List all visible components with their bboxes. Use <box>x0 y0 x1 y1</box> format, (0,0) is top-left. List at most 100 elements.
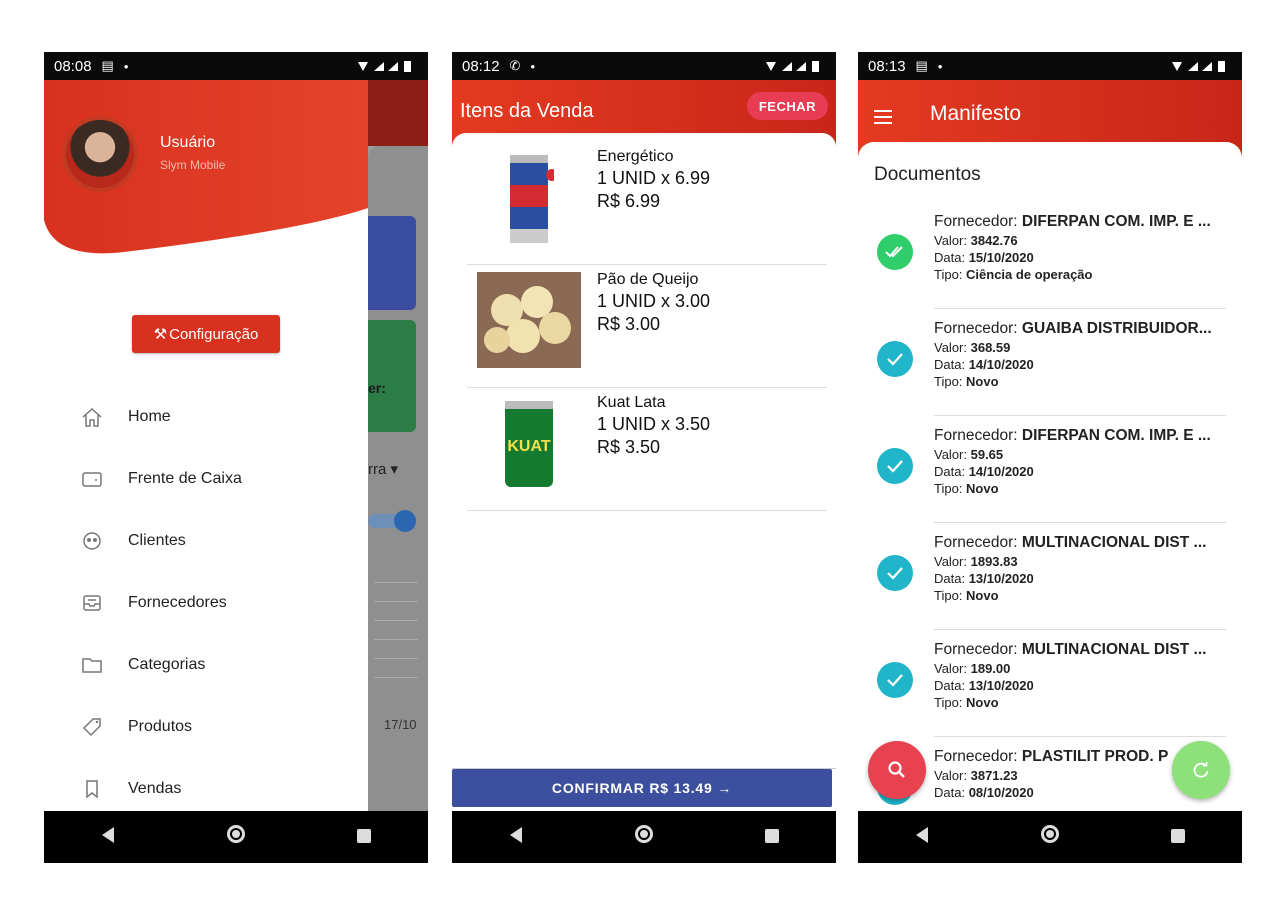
menu-icon[interactable] <box>874 110 892 128</box>
recents-button[interactable] <box>742 826 802 849</box>
list-item[interactable]: Pão de Queijo 1 UNID x 3.00 R$ 3.00 <box>467 265 827 388</box>
value-value: 3871.23 <box>970 768 1018 783</box>
date-value: 14/10/2020 <box>968 357 1034 372</box>
recents-icon <box>357 828 371 843</box>
home-button[interactable] <box>614 825 674 849</box>
supplier-line: Fornecedor: DIFERPAN COM. IMP. E ... <box>934 212 1234 232</box>
menu-item-clientes[interactable]: Clientes <box>44 510 368 572</box>
inbox-icon <box>80 591 104 615</box>
menu-item-frente-de-caixa[interactable]: Frente de Caixa <box>44 448 368 510</box>
menu-item-produtos[interactable]: Produtos <box>44 696 368 758</box>
refresh-fab[interactable] <box>1172 741 1230 799</box>
value-line: Valor: 368.59 <box>934 339 1234 356</box>
menu-item-categorias[interactable]: Categorias <box>44 634 368 696</box>
sale-items-list: Energético 1 UNID x 6.99 R$ 6.99 Pão de … <box>467 142 827 511</box>
value-label: Valor: <box>934 340 971 355</box>
energy-drink-image <box>477 148 581 246</box>
type-label: Tipo: <box>934 481 967 496</box>
back-button[interactable] <box>892 826 952 849</box>
document-info: Fornecedor: MULTINACIONAL DIST ... Valor… <box>934 533 1234 604</box>
supplier-value: GUAIBA DISTRIBUIDOR... <box>1021 320 1212 337</box>
menu-item-label: Home <box>128 408 171 425</box>
user-company: Slym Mobile <box>160 158 226 172</box>
type-value: Novo <box>966 374 999 389</box>
check-icon <box>877 448 913 484</box>
recents-icon <box>765 828 779 843</box>
close-button[interactable]: FECHAR <box>746 92 828 120</box>
search-fab[interactable] <box>868 741 926 799</box>
document-item[interactable]: Fornecedor: DIFERPAN COM. IMP. E ... Val… <box>858 416 1242 523</box>
document-item[interactable]: Fornecedor: MULTINACIONAL DIST ... Valor… <box>858 523 1242 630</box>
recents-button[interactable] <box>334 826 394 849</box>
menu-item-label: Categorias <box>128 656 206 673</box>
type-value: Ciência de operação <box>966 267 1093 282</box>
item-info: Energético 1 UNID x 6.99 R$ 6.99 <box>597 148 710 212</box>
item-info: Pão de Queijo 1 UNID x 3.00 R$ 3.00 <box>597 271 710 335</box>
confirm-button[interactable]: CONFIRMAR R$ 13.49 → <box>452 769 832 807</box>
whatsapp-icon: ✆ <box>509 58 521 73</box>
item-info: Kuat Lata 1 UNID x 3.50 R$ 3.50 <box>597 394 710 458</box>
document-item[interactable]: Fornecedor: GUAIBA DISTRIBUIDOR... Valor… <box>858 309 1242 416</box>
check-icon <box>877 662 913 698</box>
dot-icon: • <box>123 58 129 74</box>
back-icon <box>916 826 928 843</box>
menu-item-label: Clientes <box>128 532 186 549</box>
value-line: Valor: 1893.83 <box>934 553 1234 570</box>
home-circle-icon <box>635 825 653 843</box>
supplier-value: DIFERPAN COM. IMP. E ... <box>1021 213 1211 230</box>
value-line: Valor: 59.65 <box>934 446 1234 463</box>
system-nav-bar <box>452 811 836 863</box>
value-label: Valor: <box>934 554 971 569</box>
item-name: Kuat Lata <box>597 394 666 411</box>
background-card-blue <box>368 216 416 310</box>
recents-button[interactable] <box>1148 826 1208 849</box>
type-label: Tipo: <box>934 695 967 710</box>
menu-item-fornecedores[interactable]: Fornecedores <box>44 572 368 634</box>
supplier-label: Fornecedor: <box>934 427 1022 444</box>
item-price: R$ 6.99 <box>597 191 661 211</box>
home-button[interactable] <box>1020 825 1080 849</box>
background-dropdown-label: rra <box>368 461 387 478</box>
item-qty: 1 UNID x 6.99 <box>597 168 711 188</box>
page-title: Itens da Venda <box>460 100 594 122</box>
home-icon <box>80 405 104 429</box>
status-icons <box>1162 59 1232 73</box>
item-name: Energético <box>597 148 674 165</box>
value-value: 368.59 <box>970 340 1011 355</box>
document-item[interactable]: Fornecedor: DIFERPAN COM. IMP. E ... Val… <box>858 202 1242 309</box>
cheese-bread-image <box>477 271 581 369</box>
date-value: 14/10/2020 <box>968 464 1034 479</box>
notification-icon: ▤ <box>915 58 928 73</box>
date-value: 13/10/2020 <box>968 571 1034 586</box>
config-button[interactable]: ⚒ Configuração <box>132 315 280 353</box>
document-info: Fornecedor: MULTINACIONAL DIST ... Valor… <box>934 640 1234 711</box>
tools-icon: ⚒ <box>153 326 168 343</box>
document-item[interactable]: Fornecedor: MULTINACIONAL DIST ... Valor… <box>858 630 1242 737</box>
list-item[interactable]: KUAT Kuat Lata 1 UNID x 3.50 R$ 3.50 <box>467 388 827 511</box>
svg-text:KUAT: KUAT <box>507 438 550 455</box>
type-label: Tipo: <box>934 267 967 282</box>
supplier-value: MULTINACIONAL DIST ... <box>1021 641 1207 658</box>
supplier-value: MULTINACIONAL DIST ... <box>1021 534 1207 551</box>
avatar[interactable] <box>62 116 138 192</box>
bookmark-icon <box>80 777 104 801</box>
back-button[interactable] <box>78 826 138 849</box>
item-price: R$ 3.00 <box>597 314 661 334</box>
dot-icon: • <box>530 58 536 74</box>
type-line: Tipo: Ciência de operação <box>934 266 1234 283</box>
supplier-line: Fornecedor: DIFERPAN COM. IMP. E ... <box>934 426 1234 446</box>
double-check-icon <box>877 234 913 270</box>
item-qty: 1 UNID x 3.50 <box>597 414 711 434</box>
value-value: 1893.83 <box>970 554 1018 569</box>
supplier-label: Fornecedor: <box>934 641 1022 658</box>
home-button[interactable] <box>206 825 266 849</box>
tag-icon <box>80 715 104 739</box>
list-item[interactable]: Energético 1 UNID x 6.99 R$ 6.99 <box>467 142 827 265</box>
back-button[interactable] <box>486 826 546 849</box>
signal-battery-icon <box>1172 61 1225 72</box>
dot-icon: • <box>937 58 943 74</box>
background-toggle <box>368 510 416 532</box>
value-label: Valor: <box>934 768 971 783</box>
value-value: 3842.76 <box>970 233 1018 248</box>
menu-item-home[interactable]: Home <box>44 386 368 448</box>
